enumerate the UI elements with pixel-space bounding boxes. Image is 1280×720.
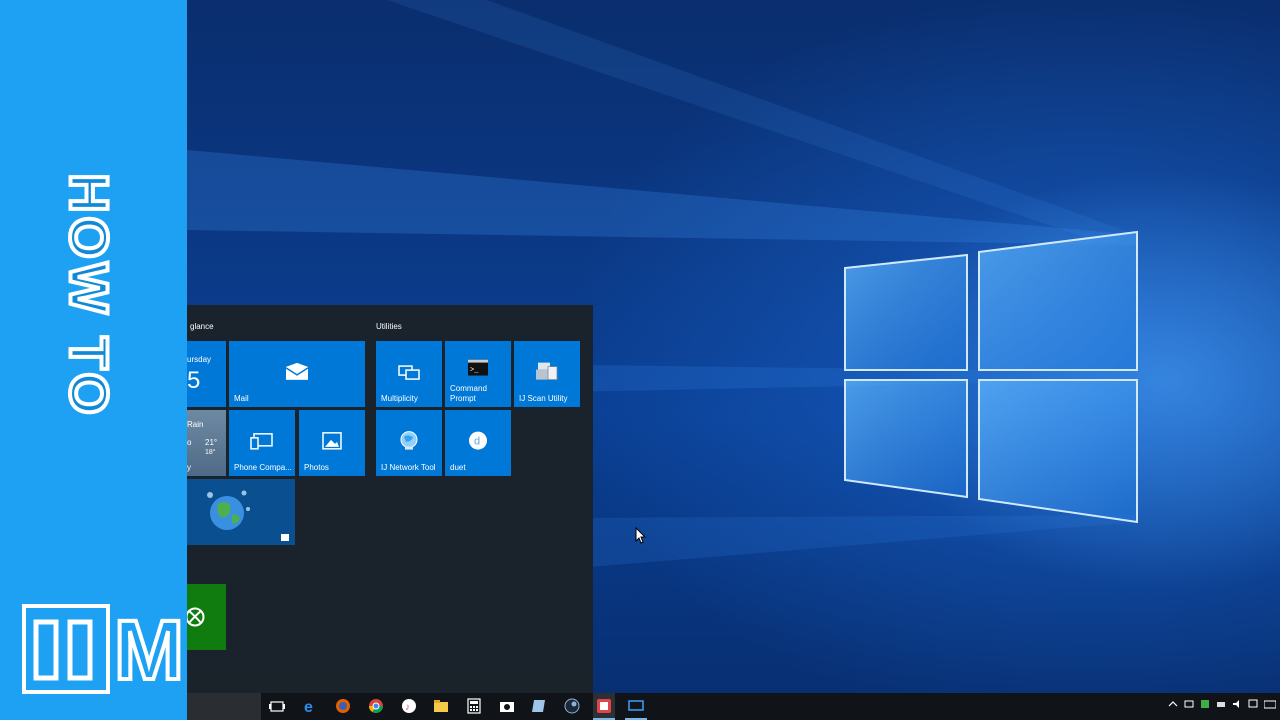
calendar-day-label: ursday bbox=[187, 355, 212, 364]
howto-title-text: HOW TO bbox=[56, 172, 120, 421]
task-view-icon[interactable] bbox=[269, 698, 285, 714]
svg-text:♪: ♪ bbox=[405, 702, 410, 713]
scanner-icon bbox=[536, 362, 558, 381]
svg-text:d: d bbox=[474, 436, 480, 448]
xbox-tile[interactable] bbox=[187, 584, 226, 650]
channel-logo: M bbox=[22, 601, 186, 699]
photos-icon bbox=[322, 432, 342, 450]
taskbar: e ♪ bbox=[187, 693, 1280, 720]
photos-tile[interactable]: Photos bbox=[299, 410, 365, 476]
calculator-icon[interactable] bbox=[466, 698, 482, 714]
system-tray bbox=[1168, 699, 1276, 709]
weather-condition: Rain bbox=[187, 420, 204, 429]
keyboard-icon[interactable] bbox=[1264, 699, 1276, 709]
photos-label: Photos bbox=[304, 463, 329, 472]
store-badge-icon bbox=[281, 534, 289, 541]
multiplicity-tile[interactable]: Multiplicity bbox=[376, 341, 442, 407]
duet-label: duet bbox=[450, 463, 466, 472]
logo-letter: M bbox=[112, 601, 186, 699]
command-prompt-tile[interactable]: >_ Command Prompt bbox=[445, 341, 511, 407]
multiplicity-label: Multiplicity bbox=[381, 394, 418, 403]
phone-companion-tile[interactable]: Phone Compa... bbox=[229, 410, 295, 476]
camera-icon[interactable] bbox=[499, 698, 515, 714]
itunes-icon[interactable]: ♪ bbox=[401, 698, 417, 714]
howto-title: HOW TO bbox=[56, 160, 120, 432]
xbox-icon bbox=[187, 607, 205, 627]
duet-tile[interactable]: d duet bbox=[445, 410, 511, 476]
notepad-icon[interactable] bbox=[531, 698, 547, 714]
multiplicity-icon bbox=[398, 365, 420, 380]
ij-scan-utility-tile[interactable]: IJ Scan Utility bbox=[514, 341, 580, 407]
network-globe-icon bbox=[400, 431, 418, 450]
volume-icon[interactable] bbox=[1232, 699, 1242, 709]
globe-icon bbox=[207, 490, 250, 530]
edge-icon[interactable]: e bbox=[303, 698, 319, 714]
howto-brand-panel: HOW TO M bbox=[0, 0, 187, 720]
mail-tile-label: Mail bbox=[234, 394, 249, 403]
security-icon[interactable] bbox=[1200, 699, 1210, 709]
duet-icon: d bbox=[469, 431, 487, 450]
mail-tile[interactable]: Mail bbox=[229, 341, 365, 407]
ij-network-tool-label: IJ Network Tool bbox=[381, 463, 436, 472]
snagit-icon bbox=[597, 699, 611, 713]
svg-text:e: e bbox=[304, 699, 313, 714]
weather-location-fragment: y bbox=[187, 463, 191, 472]
action-center-icon[interactable] bbox=[1248, 699, 1258, 709]
network-icon[interactable] bbox=[1184, 699, 1194, 709]
snagit-taskbar-button[interactable] bbox=[593, 693, 615, 720]
chrome-icon[interactable] bbox=[368, 698, 384, 714]
ij-scan-utility-label: IJ Scan Utility bbox=[519, 394, 568, 403]
weather-high: 21° bbox=[205, 438, 218, 447]
multiplicity-taskbar-button[interactable] bbox=[625, 693, 647, 720]
calendar-tile[interactable]: ursday 5 bbox=[187, 341, 226, 407]
file-explorer-icon[interactable] bbox=[433, 698, 449, 714]
mouse-cursor-icon bbox=[635, 527, 647, 544]
command-prompt-icon: >_ bbox=[468, 359, 488, 376]
phone-companion-label: Phone Compa... bbox=[234, 463, 292, 472]
phone-companion-icon bbox=[250, 433, 273, 450]
group-label-glance[interactable]: glance bbox=[190, 322, 214, 331]
weather-tile[interactable]: Rain o 21° 18° y bbox=[187, 410, 226, 476]
firefox-icon[interactable] bbox=[335, 698, 351, 714]
ij-network-tool-tile[interactable]: IJ Network Tool bbox=[376, 410, 442, 476]
globe-app-tile[interactable] bbox=[187, 479, 295, 545]
multiplicity-taskbar-icon bbox=[628, 700, 644, 711]
mail-icon bbox=[285, 362, 309, 380]
steam-icon[interactable] bbox=[564, 698, 580, 714]
chevron-up-icon[interactable] bbox=[1168, 699, 1178, 709]
weather-temp-fragment: o bbox=[187, 438, 192, 447]
weather-low: 18° bbox=[205, 449, 216, 456]
svg-text:>_: >_ bbox=[470, 367, 479, 375]
taskbar-search-box[interactable] bbox=[187, 693, 261, 720]
printer-icon[interactable] bbox=[1216, 699, 1226, 709]
calendar-date-label: 5 bbox=[187, 367, 201, 394]
command-prompt-label: Command Prompt bbox=[450, 384, 487, 403]
group-label-utilities[interactable]: Utilities bbox=[376, 322, 402, 331]
